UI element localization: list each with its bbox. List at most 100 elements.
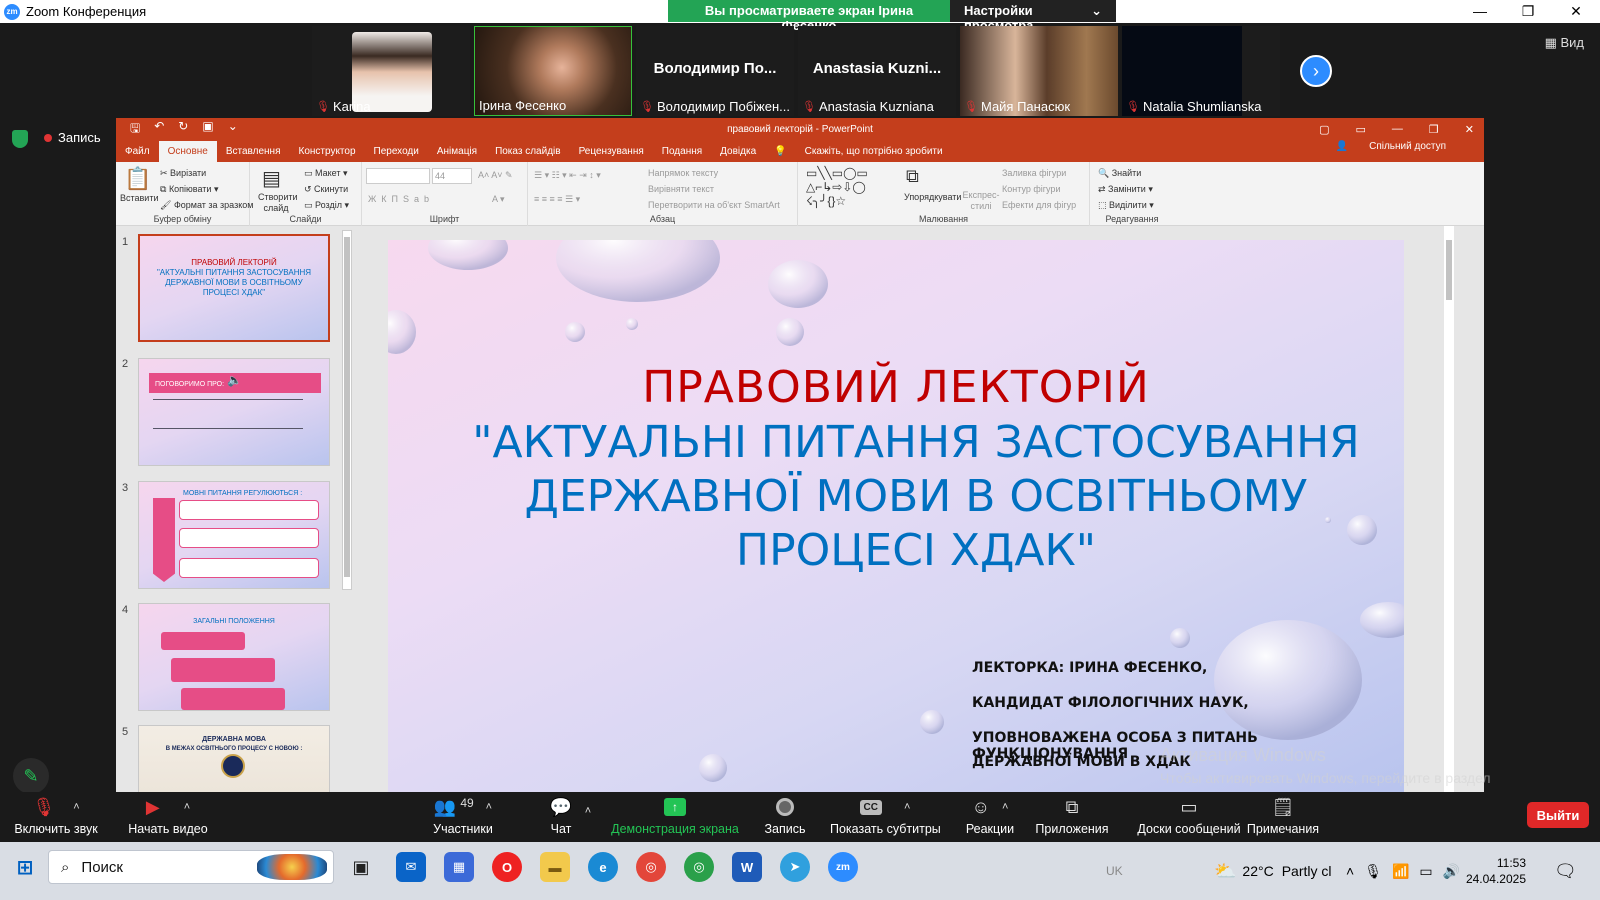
video-tile[interactable]: 🎙 Майя Панасюк xyxy=(960,26,1118,116)
video-tile[interactable]: 🎙 Karina xyxy=(312,26,470,116)
chevron-up-icon[interactable]: ˄ xyxy=(582,796,594,846)
security-shield-icon[interactable] xyxy=(12,130,28,148)
leave-button[interactable]: Выйти xyxy=(1527,802,1589,828)
apps-button[interactable]: ⧉ Приложения xyxy=(1034,792,1110,842)
layout-button[interactable]: ▭ Макет ▾ xyxy=(304,168,348,179)
record-button[interactable]: Запись xyxy=(762,792,808,842)
video-tile-active[interactable]: Ірина Фесенко xyxy=(474,26,632,116)
current-slide[interactable]: ПРАВОВИЙ ЛЕКТОРІЙ "АКТУАЛЬНІ ПИТАННЯ ЗАС… xyxy=(388,240,1404,806)
tab-insert[interactable]: Вставлення xyxy=(217,146,290,162)
chat-button[interactable]: 💬 Чат xyxy=(538,792,584,842)
notifications-icon[interactable]: 🗨 xyxy=(1554,842,1577,900)
captions-button[interactable]: CC ˄ Показать субтитры xyxy=(830,792,941,842)
text-direction-button[interactable]: Напрямок тексту xyxy=(648,168,718,178)
tab-home[interactable]: Основне xyxy=(158,141,217,162)
weather-widget[interactable]: ⛅ 22°C Partly cl xyxy=(1214,842,1332,900)
edge-app-icon[interactable]: e xyxy=(588,852,618,882)
zoom-app-icon[interactable]: zm xyxy=(828,852,858,882)
whiteboards-button[interactable]: ▭ Доски сообщений xyxy=(1124,792,1254,842)
slide-scrollbar[interactable] xyxy=(1444,226,1454,806)
volume-icon[interactable]: 🔊 xyxy=(1443,863,1460,880)
font-style-icons[interactable]: ЖКПSab xyxy=(368,194,434,204)
microphone-icon[interactable]: 🎙 xyxy=(1364,863,1382,880)
cut-button[interactable]: ✂ Вирізати xyxy=(160,168,206,179)
chevron-up-icon[interactable]: ˄ xyxy=(73,801,79,813)
slide-thumbnail[interactable]: МОВНІ ПИТАННЯ РЕГУЛЮЮТЬСЯ : xyxy=(138,481,330,589)
windows-start-icon[interactable]: ⊞ xyxy=(10,852,40,882)
recording-badge[interactable]: Запись xyxy=(44,130,101,145)
list-icons[interactable]: ☰ ▾ ☷ ▾ ⇤ ⇥ ↕ ▾ xyxy=(534,170,601,181)
shape-effects-button[interactable]: Ефекти для фігур xyxy=(1002,200,1076,210)
align-text-button[interactable]: Вирівняти текст xyxy=(648,184,714,194)
restore-icon[interactable]: ❐ xyxy=(1429,123,1439,136)
replace-button[interactable]: ⇄ Замінити ▾ xyxy=(1098,184,1153,195)
copy-button[interactable]: ⧉ Копіювати ▾ xyxy=(160,184,218,195)
shapes-gallery[interactable]: ▭╲╲▭◯▭ △⌐↳⇨⇩◯ ☇╮╯{}☆ xyxy=(806,166,898,208)
font-name-select[interactable] xyxy=(366,168,430,184)
slide-thumbnail[interactable]: ПОГОВОРИМО ПРО: 🔈 xyxy=(138,358,330,466)
chrome-app-icon[interactable]: ◎ xyxy=(636,852,666,882)
network-icon[interactable]: 📶 xyxy=(1392,863,1409,880)
chrome-profile-icon[interactable]: ◎ xyxy=(684,852,714,882)
mail-app-icon[interactable]: ✉ xyxy=(396,852,426,882)
participants-button[interactable]: 👥 49 ˄ Участники xyxy=(418,792,508,842)
tab-transitions[interactable]: Переходи xyxy=(365,146,428,162)
thumbnails-scrollbar[interactable] xyxy=(342,230,352,590)
align-icons[interactable]: ≡ ≡ ≡ ≡ ☰ ▾ xyxy=(534,194,580,205)
tab-file[interactable]: Файл xyxy=(116,146,159,162)
quick-styles-button[interactable]: Експрес-стилі xyxy=(962,190,1000,212)
unmute-button[interactable]: 🎙 ˄ Включить звук xyxy=(6,792,106,842)
store-app-icon[interactable]: ▦ xyxy=(444,852,474,882)
font-grow-icon[interactable]: A˄ A˅ ✎ xyxy=(478,170,513,181)
share-button[interactable]: 👤 Спільний доступ xyxy=(1318,141,1464,157)
chevron-up-icon[interactable]: ˄ xyxy=(904,801,910,813)
minimize-icon[interactable]: — xyxy=(1392,123,1403,136)
close-icon[interactable]: ✕ xyxy=(1552,0,1600,23)
section-button[interactable]: ▭ Розділ ▾ xyxy=(304,200,349,211)
font-size-select[interactable]: 44 xyxy=(432,168,472,184)
language-indicator[interactable]: UK xyxy=(1106,842,1123,900)
tell-me-input[interactable]: Скажіть, що потрібно зробити xyxy=(796,146,952,162)
clock[interactable]: 11:53 24.04.2025 xyxy=(1466,842,1526,900)
file-explorer-icon[interactable]: ▬ xyxy=(540,852,570,882)
shape-fill-button[interactable]: Заливка фігури xyxy=(1002,168,1066,178)
video-tile[interactable]: Володимир По... 🎙 Володимир Побіжен... xyxy=(636,26,794,116)
smartart-button[interactable]: Перетворити на об'єкт SmartArt xyxy=(648,200,780,210)
video-tile[interactable]: 🎙 Natalia Shumlianska xyxy=(1122,26,1280,116)
format-painter-button[interactable]: 🖌 Формат за зразком xyxy=(160,200,253,211)
reset-button[interactable]: ↺ Скинути xyxy=(304,184,348,195)
annotate-pencil-icon[interactable]: ✎ xyxy=(13,758,49,794)
arrange-button[interactable]: Упорядкувати xyxy=(904,192,961,202)
view-button[interactable]: ▦ Вид xyxy=(1545,35,1584,51)
chevron-up-icon[interactable]: ˄ xyxy=(1346,863,1354,879)
tab-view[interactable]: Подання xyxy=(653,146,711,162)
close-icon[interactable]: ✕ xyxy=(1465,123,1474,136)
view-settings-button[interactable]: Настройки просмотра ⌄ xyxy=(950,0,1116,33)
start-video-button[interactable]: ▶ ˄ Начать видео xyxy=(118,792,218,842)
new-slide-icon[interactable]: ▤ xyxy=(262,166,281,191)
minimize-icon[interactable]: — xyxy=(1456,0,1504,23)
taskbar-search-input[interactable]: ⌕ Поиск xyxy=(48,850,334,884)
reactions-button[interactable]: ☺ ˄ Реакции xyxy=(962,792,1018,842)
shape-outline-button[interactable]: Контур фігури xyxy=(1002,184,1060,194)
tab-slideshow[interactable]: Показ слайдів xyxy=(486,146,570,162)
chevron-up-icon[interactable]: ˄ xyxy=(486,801,492,813)
ribbon-display-icon[interactable]: ▭ xyxy=(1356,123,1366,136)
telegram-app-icon[interactable]: ➤ xyxy=(780,852,810,882)
arrange-icon[interactable]: ⧉ xyxy=(906,166,919,187)
next-page-icon[interactable]: › xyxy=(1300,55,1332,87)
select-button[interactable]: ⬚ Виділити ▾ xyxy=(1098,200,1154,211)
slide-thumbnail[interactable]: ПРАВОВИЙ ЛЕКТОРІЙ "АКТУАЛЬНІ ПИТАННЯ ЗАС… xyxy=(138,234,330,342)
word-app-icon[interactable]: W xyxy=(732,852,762,882)
share-screen-button[interactable]: ↑ Демонстрация экрана xyxy=(608,792,742,842)
paste-icon[interactable]: 📋 xyxy=(124,166,151,192)
video-tile[interactable]: Anastasia Kuzni... 🎙 Anastasia Kuzniana xyxy=(798,26,956,116)
tab-animations[interactable]: Анімація xyxy=(428,146,486,162)
tab-help[interactable]: Довідка xyxy=(711,146,765,162)
notes-button[interactable]: 🗒 Примечания xyxy=(1246,792,1320,842)
account-avatar[interactable]: ▢ xyxy=(1319,123,1329,136)
tab-review[interactable]: Рецензування xyxy=(570,146,653,162)
task-view-icon[interactable]: ▣ xyxy=(346,852,376,882)
tab-design[interactable]: Конструктор xyxy=(290,146,365,162)
paste-button[interactable]: Вставити xyxy=(120,193,159,203)
